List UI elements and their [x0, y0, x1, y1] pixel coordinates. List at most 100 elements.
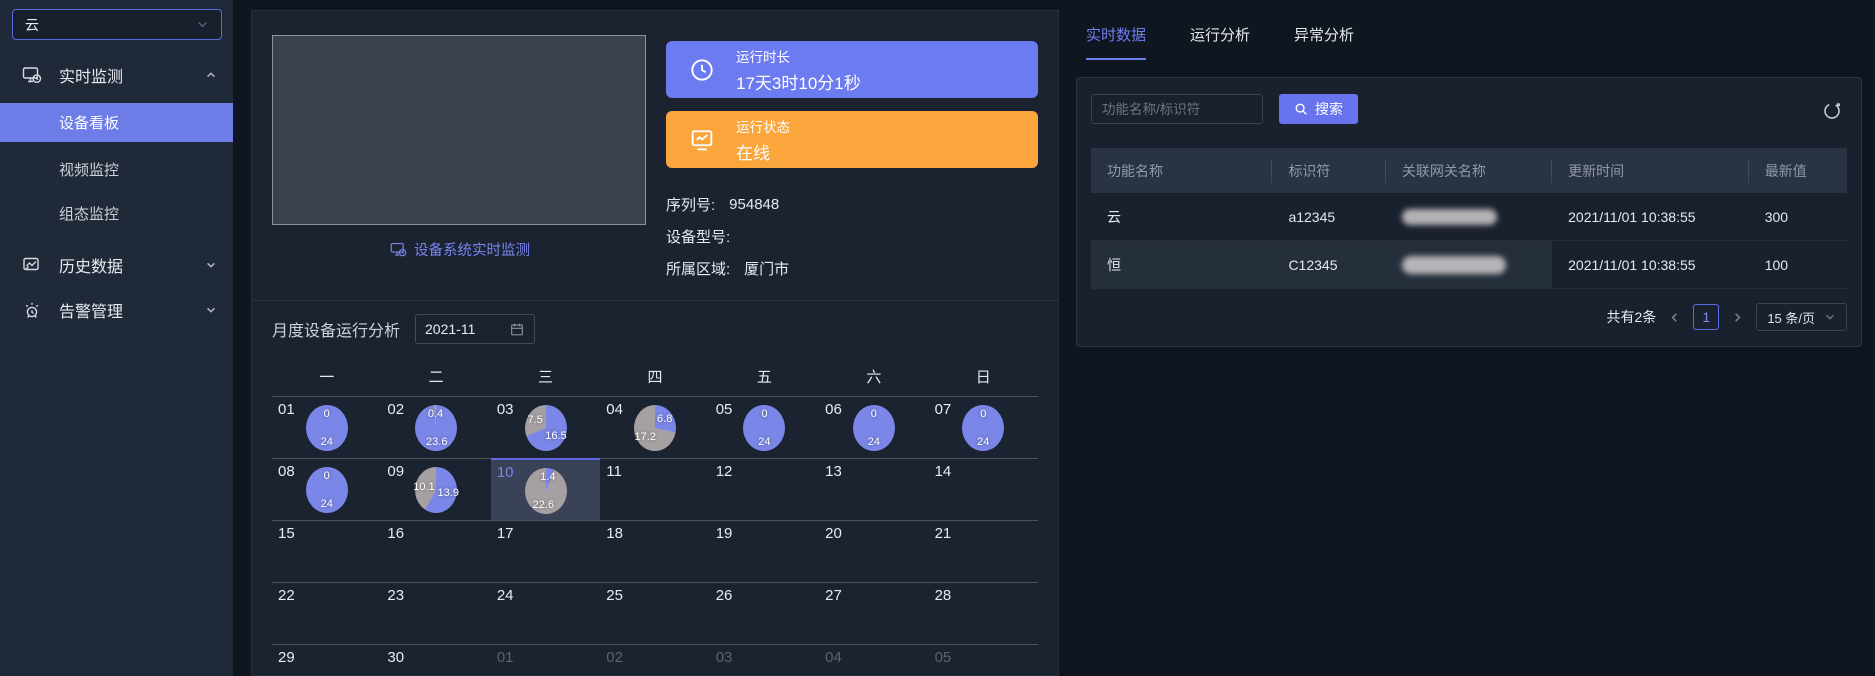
calendar-day-13[interactable]: 13 [819, 458, 928, 520]
calendar-day-16[interactable]: 16 [381, 520, 490, 582]
cell-latest-value: 300 [1749, 193, 1847, 240]
weekday-label: 二 [381, 366, 490, 396]
day-number: 20 [825, 525, 842, 542]
refresh-button[interactable] [1821, 100, 1843, 122]
tab-realtime-data[interactable]: 实时数据 [1086, 24, 1146, 60]
day-number: 26 [716, 587, 733, 604]
calendar-day-06[interactable]: 06240 [819, 396, 928, 458]
calendar-day-03[interactable]: 0316.57.5 [491, 396, 600, 458]
prev-page-button[interactable] [1668, 311, 1681, 324]
device-overview: 设备系统实时监测 运行时长 17天3时10分1秒 [272, 11, 1038, 284]
status-value: 在线 [736, 139, 790, 164]
col-gateway-name: 关联网关名称 [1386, 159, 1552, 183]
calendar-day-23[interactable]: 23 [381, 582, 490, 644]
page-size-select[interactable]: 15 条/页 [1756, 303, 1847, 331]
calendar-day-26[interactable]: 26 [710, 582, 819, 644]
pie-value-label: 17.2 [635, 431, 656, 443]
day-number: 07 [935, 401, 952, 418]
calendar-day-10[interactable]: 101.422.6 [491, 458, 600, 520]
calendar-day-04[interactable]: 04 6.817.2 [600, 396, 709, 458]
pie-value-label: 24 [321, 498, 333, 510]
day-number: 06 [825, 401, 842, 418]
region-value: 厦门市 [744, 258, 789, 279]
calendar-day-20[interactable]: 20 [819, 520, 928, 582]
calendar-day-29[interactable]: 29 [272, 644, 381, 676]
sidebar-item-history-data[interactable]: 历史数据 [0, 247, 233, 283]
calendar-day-28[interactable]: 28 [929, 582, 1038, 644]
sidebar-item-config-monitoring[interactable]: 组态监控 [0, 194, 233, 233]
day-runtime-pie: 23.6 0.4 [415, 405, 457, 451]
day-number: 04 [606, 401, 623, 418]
pie-value-label: 0.4 [428, 408, 443, 420]
sidebar-item-device-board[interactable]: 设备看板 [0, 103, 233, 142]
day-number: 17 [497, 525, 514, 542]
sidebar-item-realtime-monitoring[interactable]: 实时监测 [0, 57, 233, 93]
calendar-title: 月度设备运行分析 [272, 317, 400, 341]
col-latest-value: 最新值 [1749, 161, 1847, 181]
clock-icon [688, 56, 720, 84]
pie-value-label: 0 [324, 470, 330, 482]
table-row: 恒 C12345 2021/11/01 10:38:55 100 [1091, 241, 1847, 289]
calendar-day-17[interactable]: 17 [491, 520, 600, 582]
calendar-day-03-next-month[interactable]: 03 [710, 644, 819, 676]
calendar-day-08[interactable]: 08240 [272, 458, 381, 520]
calendar-day-15[interactable]: 15 [272, 520, 381, 582]
data-table-card: 搜索 功能名称 标识符 关联网关名称 更新时间 最新值 云 [1076, 77, 1862, 347]
calendar-day-05[interactable]: 05240 [710, 396, 819, 458]
day-runtime-pie: 240 [962, 405, 1004, 451]
sidebar-item-video-monitoring[interactable]: 视频监控 [0, 150, 233, 189]
search-row: 搜索 [1091, 94, 1847, 124]
weekday-label: 六 [819, 366, 928, 396]
search-input[interactable] [1091, 94, 1263, 124]
calendar-day-05-next-month[interactable]: 05 [929, 644, 1038, 676]
calendar-day-04-next-month[interactable]: 04 [819, 644, 928, 676]
day-number: 16 [387, 525, 404, 542]
calendar-day-12[interactable]: 12 [710, 458, 819, 520]
page-number[interactable]: 1 [1693, 304, 1719, 330]
chevron-down-icon [1824, 311, 1836, 323]
pie-value-label: 0 [871, 408, 877, 420]
device-system-monitor-link[interactable]: 设备系统实时监测 [272, 239, 648, 260]
month-picker[interactable]: 2021-11 [415, 314, 535, 344]
device-select-value: 云 [25, 15, 196, 35]
pie-value-label: 13.9 [438, 487, 459, 499]
sidebar-item-alarm-management[interactable]: 告警管理 [0, 292, 233, 328]
pie-value-label: 23.6 [426, 436, 447, 448]
calendar-day-22[interactable]: 22 [272, 582, 381, 644]
calendar-day-25[interactable]: 25 [600, 582, 709, 644]
day-number: 05 [716, 401, 733, 418]
calendar-day-09[interactable]: 0913.910.1 [381, 458, 490, 520]
search-button[interactable]: 搜索 [1279, 94, 1358, 124]
pie-value-label: 22.6 [533, 499, 554, 511]
sidebar-item-label: 告警管理 [59, 298, 205, 322]
col-function-name: 功能名称 [1091, 159, 1272, 183]
calendar-day-30[interactable]: 30 [381, 644, 490, 676]
day-number: 29 [278, 649, 295, 666]
month-picker-value: 2021-11 [425, 321, 509, 337]
calendar-day-21[interactable]: 21 [929, 520, 1038, 582]
day-runtime-pie: 6.817.2 [634, 405, 676, 451]
status-card: 运行状态 在线 [666, 111, 1038, 168]
device-select[interactable]: 云 [12, 9, 222, 40]
day-number: 11 [606, 463, 622, 480]
calendar-day-02[interactable]: 0223.60.4 [381, 396, 490, 458]
calendar-day-07[interactable]: 07 240 [929, 396, 1038, 458]
sidebar-item-label: 历史数据 [59, 253, 205, 277]
calendar-day-19[interactable]: 19 [710, 520, 819, 582]
calendar-day-02-next-month[interactable]: 02 [600, 644, 709, 676]
calendar-day-01[interactable]: 01240 [272, 396, 381, 458]
chevron-down-icon [196, 18, 209, 31]
calendar-day-01-next-month[interactable]: 01 [491, 644, 600, 676]
tab-operation-analysis[interactable]: 运行分析 [1190, 24, 1250, 60]
next-page-button[interactable] [1731, 311, 1744, 324]
region-label: 所属区域: [666, 258, 730, 279]
monitor-clock-icon [22, 65, 42, 85]
calendar-day-18[interactable]: 18 [600, 520, 709, 582]
calendar-day-14[interactable]: 14 [929, 458, 1038, 520]
calendar-day-27[interactable]: 27 [819, 582, 928, 644]
tab-anomaly-analysis[interactable]: 异常分析 [1294, 24, 1354, 60]
cell-gateway-name [1386, 193, 1552, 240]
history-chart-icon [22, 255, 42, 275]
calendar-day-11[interactable]: 11 [600, 458, 709, 520]
calendar-day-24[interactable]: 24 [491, 582, 600, 644]
